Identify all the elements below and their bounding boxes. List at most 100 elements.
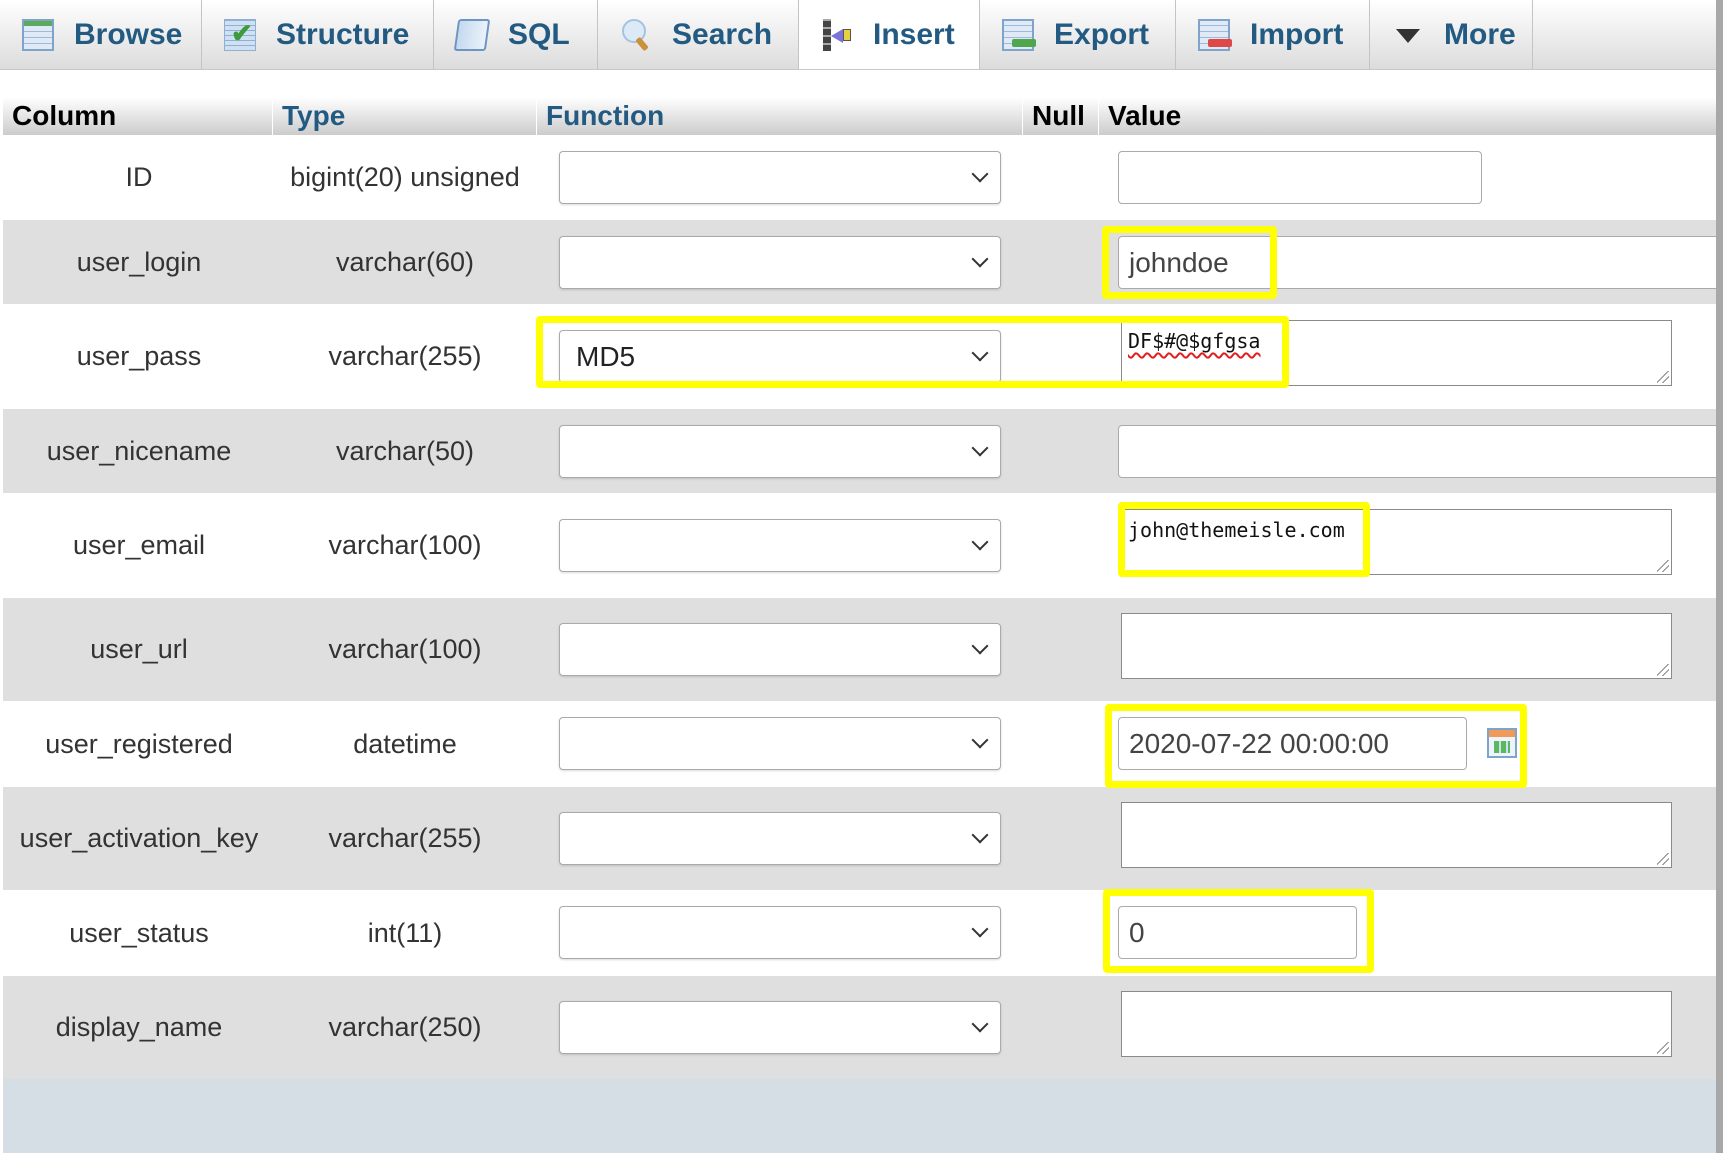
vertical-scrollbar[interactable] bbox=[1716, 0, 1723, 1153]
function-select[interactable] bbox=[559, 519, 1001, 572]
table-row: user_login varchar(60) johndoe bbox=[3, 220, 1723, 304]
import-icon bbox=[1198, 19, 1232, 51]
tab-bar: Browse Structure SQL Search Insert Expor… bbox=[0, 0, 1716, 70]
resize-handle[interactable] bbox=[1657, 560, 1669, 572]
tab-structure[interactable]: Structure bbox=[202, 0, 434, 70]
column-type: varchar(100) bbox=[328, 634, 482, 664]
function-select[interactable] bbox=[559, 812, 1001, 865]
function-select[interactable]: MD5 bbox=[559, 330, 1001, 383]
value-textarea[interactable] bbox=[1121, 802, 1672, 868]
function-select[interactable] bbox=[559, 906, 1001, 959]
tab-label: SQL bbox=[508, 18, 570, 51]
structure-icon bbox=[224, 18, 256, 51]
column-name: display_name bbox=[55, 1012, 223, 1042]
table-row: user_pass varchar(255) MD5 DF$#@$gfgsa bbox=[3, 304, 1716, 409]
value-text: DF$#@$gfgsa bbox=[1128, 329, 1261, 353]
tab-label: Browse bbox=[74, 18, 183, 51]
value-text: john@themeisle.com bbox=[1128, 518, 1345, 542]
table-row: user_url varchar(100) bbox=[3, 598, 1716, 701]
function-select[interactable] bbox=[559, 236, 1001, 289]
column-type: varchar(60) bbox=[335, 246, 475, 277]
chevron-down-icon bbox=[971, 439, 989, 457]
chevron-down-icon bbox=[971, 637, 989, 655]
value-input[interactable] bbox=[1118, 425, 1723, 478]
header-value: Value bbox=[1108, 100, 1182, 131]
value-input[interactable] bbox=[1118, 151, 1482, 204]
footer-band bbox=[3, 1079, 1716, 1153]
chevron-down-icon bbox=[971, 250, 989, 268]
export-icon bbox=[1002, 19, 1036, 51]
tab-label: More bbox=[1444, 18, 1516, 51]
table-row: user_email varchar(100) john@themeisle.c… bbox=[3, 493, 1716, 598]
function-select[interactable] bbox=[559, 623, 1001, 676]
value-textarea[interactable]: john@themeisle.com bbox=[1121, 509, 1672, 575]
table-row: user_status int(11) 0 bbox=[3, 890, 1716, 976]
value-input[interactable]: johndoe bbox=[1118, 236, 1723, 289]
tab-search[interactable]: Search bbox=[598, 0, 799, 70]
chevron-down-icon bbox=[971, 731, 989, 749]
function-select[interactable] bbox=[559, 425, 1001, 478]
resize-handle[interactable] bbox=[1657, 371, 1669, 383]
column-name: user_url bbox=[90, 634, 188, 664]
tab-label: Insert bbox=[873, 17, 955, 51]
chevron-down-icon bbox=[971, 826, 989, 844]
column-name: user_registered bbox=[45, 728, 233, 759]
search-icon bbox=[620, 19, 652, 51]
chevron-down-icon bbox=[971, 920, 989, 938]
chevron-down-icon bbox=[971, 1015, 989, 1033]
sql-icon bbox=[453, 19, 491, 51]
column-name: user_nicename bbox=[46, 435, 232, 466]
tab-browse[interactable]: Browse bbox=[0, 0, 202, 70]
column-type: int(11) bbox=[367, 917, 443, 948]
chevron-down-icon bbox=[971, 344, 989, 362]
column-type: varchar(255) bbox=[328, 341, 482, 371]
tab-insert[interactable]: Insert bbox=[799, 0, 980, 69]
table-row: ID bigint(20) unsigned bbox=[3, 135, 1716, 220]
tab-label: Search bbox=[672, 18, 773, 51]
value-input[interactable]: 0 bbox=[1118, 906, 1357, 959]
header-function[interactable]: Function bbox=[537, 97, 1023, 135]
table-row: display_name varchar(250) bbox=[3, 976, 1716, 1079]
tab-label: Structure bbox=[276, 18, 410, 51]
column-name: user_email bbox=[72, 530, 206, 560]
function-select[interactable] bbox=[559, 717, 1001, 770]
column-name: user_login bbox=[76, 246, 202, 277]
table-header: Column Type Function Null Value bbox=[3, 97, 1716, 135]
chevron-down-icon bbox=[971, 165, 989, 183]
insert-icon bbox=[821, 18, 853, 51]
column-type: varchar(50) bbox=[335, 435, 475, 466]
header-column: Column bbox=[3, 97, 273, 135]
column-type: varchar(100) bbox=[328, 530, 482, 560]
tab-export[interactable]: Export bbox=[980, 0, 1176, 70]
header-null: Null bbox=[1023, 97, 1099, 135]
browse-icon bbox=[22, 19, 54, 51]
column-type: datetime bbox=[353, 728, 457, 759]
dropdown-triangle-icon bbox=[1392, 19, 1424, 51]
value-textarea[interactable] bbox=[1121, 613, 1672, 679]
column-name: user_status bbox=[69, 917, 209, 948]
column-type: varchar(255) bbox=[328, 823, 482, 853]
column-name: user_pass bbox=[76, 341, 202, 371]
column-name: user_activation_key bbox=[19, 823, 259, 853]
function-select[interactable] bbox=[559, 1001, 1001, 1054]
tab-label: Import bbox=[1250, 18, 1344, 51]
header-type[interactable]: Type bbox=[273, 97, 537, 135]
chevron-down-icon bbox=[971, 533, 989, 551]
tab-import[interactable]: Import bbox=[1176, 0, 1370, 70]
column-type: bigint(20) unsigned bbox=[290, 162, 520, 192]
tab-more[interactable]: More bbox=[1370, 0, 1533, 70]
calendar-icon[interactable] bbox=[1487, 728, 1517, 758]
function-selected-value: MD5 bbox=[576, 340, 636, 372]
column-type: varchar(250) bbox=[328, 1012, 482, 1042]
table-row: user_nicename varchar(50) bbox=[3, 409, 1723, 493]
datetime-input[interactable]: 2020-07-22 00:00:00 bbox=[1118, 717, 1467, 770]
table-row: user_activation_key varchar(255) bbox=[3, 787, 1716, 890]
value-textarea[interactable]: DF$#@$gfgsa bbox=[1121, 320, 1672, 386]
tab-label: Export bbox=[1054, 18, 1150, 51]
resize-handle[interactable] bbox=[1657, 664, 1669, 676]
resize-handle[interactable] bbox=[1657, 1042, 1669, 1054]
function-select[interactable] bbox=[559, 151, 1001, 204]
tab-sql[interactable]: SQL bbox=[434, 0, 598, 70]
resize-handle[interactable] bbox=[1657, 853, 1669, 865]
value-textarea[interactable] bbox=[1121, 991, 1672, 1057]
